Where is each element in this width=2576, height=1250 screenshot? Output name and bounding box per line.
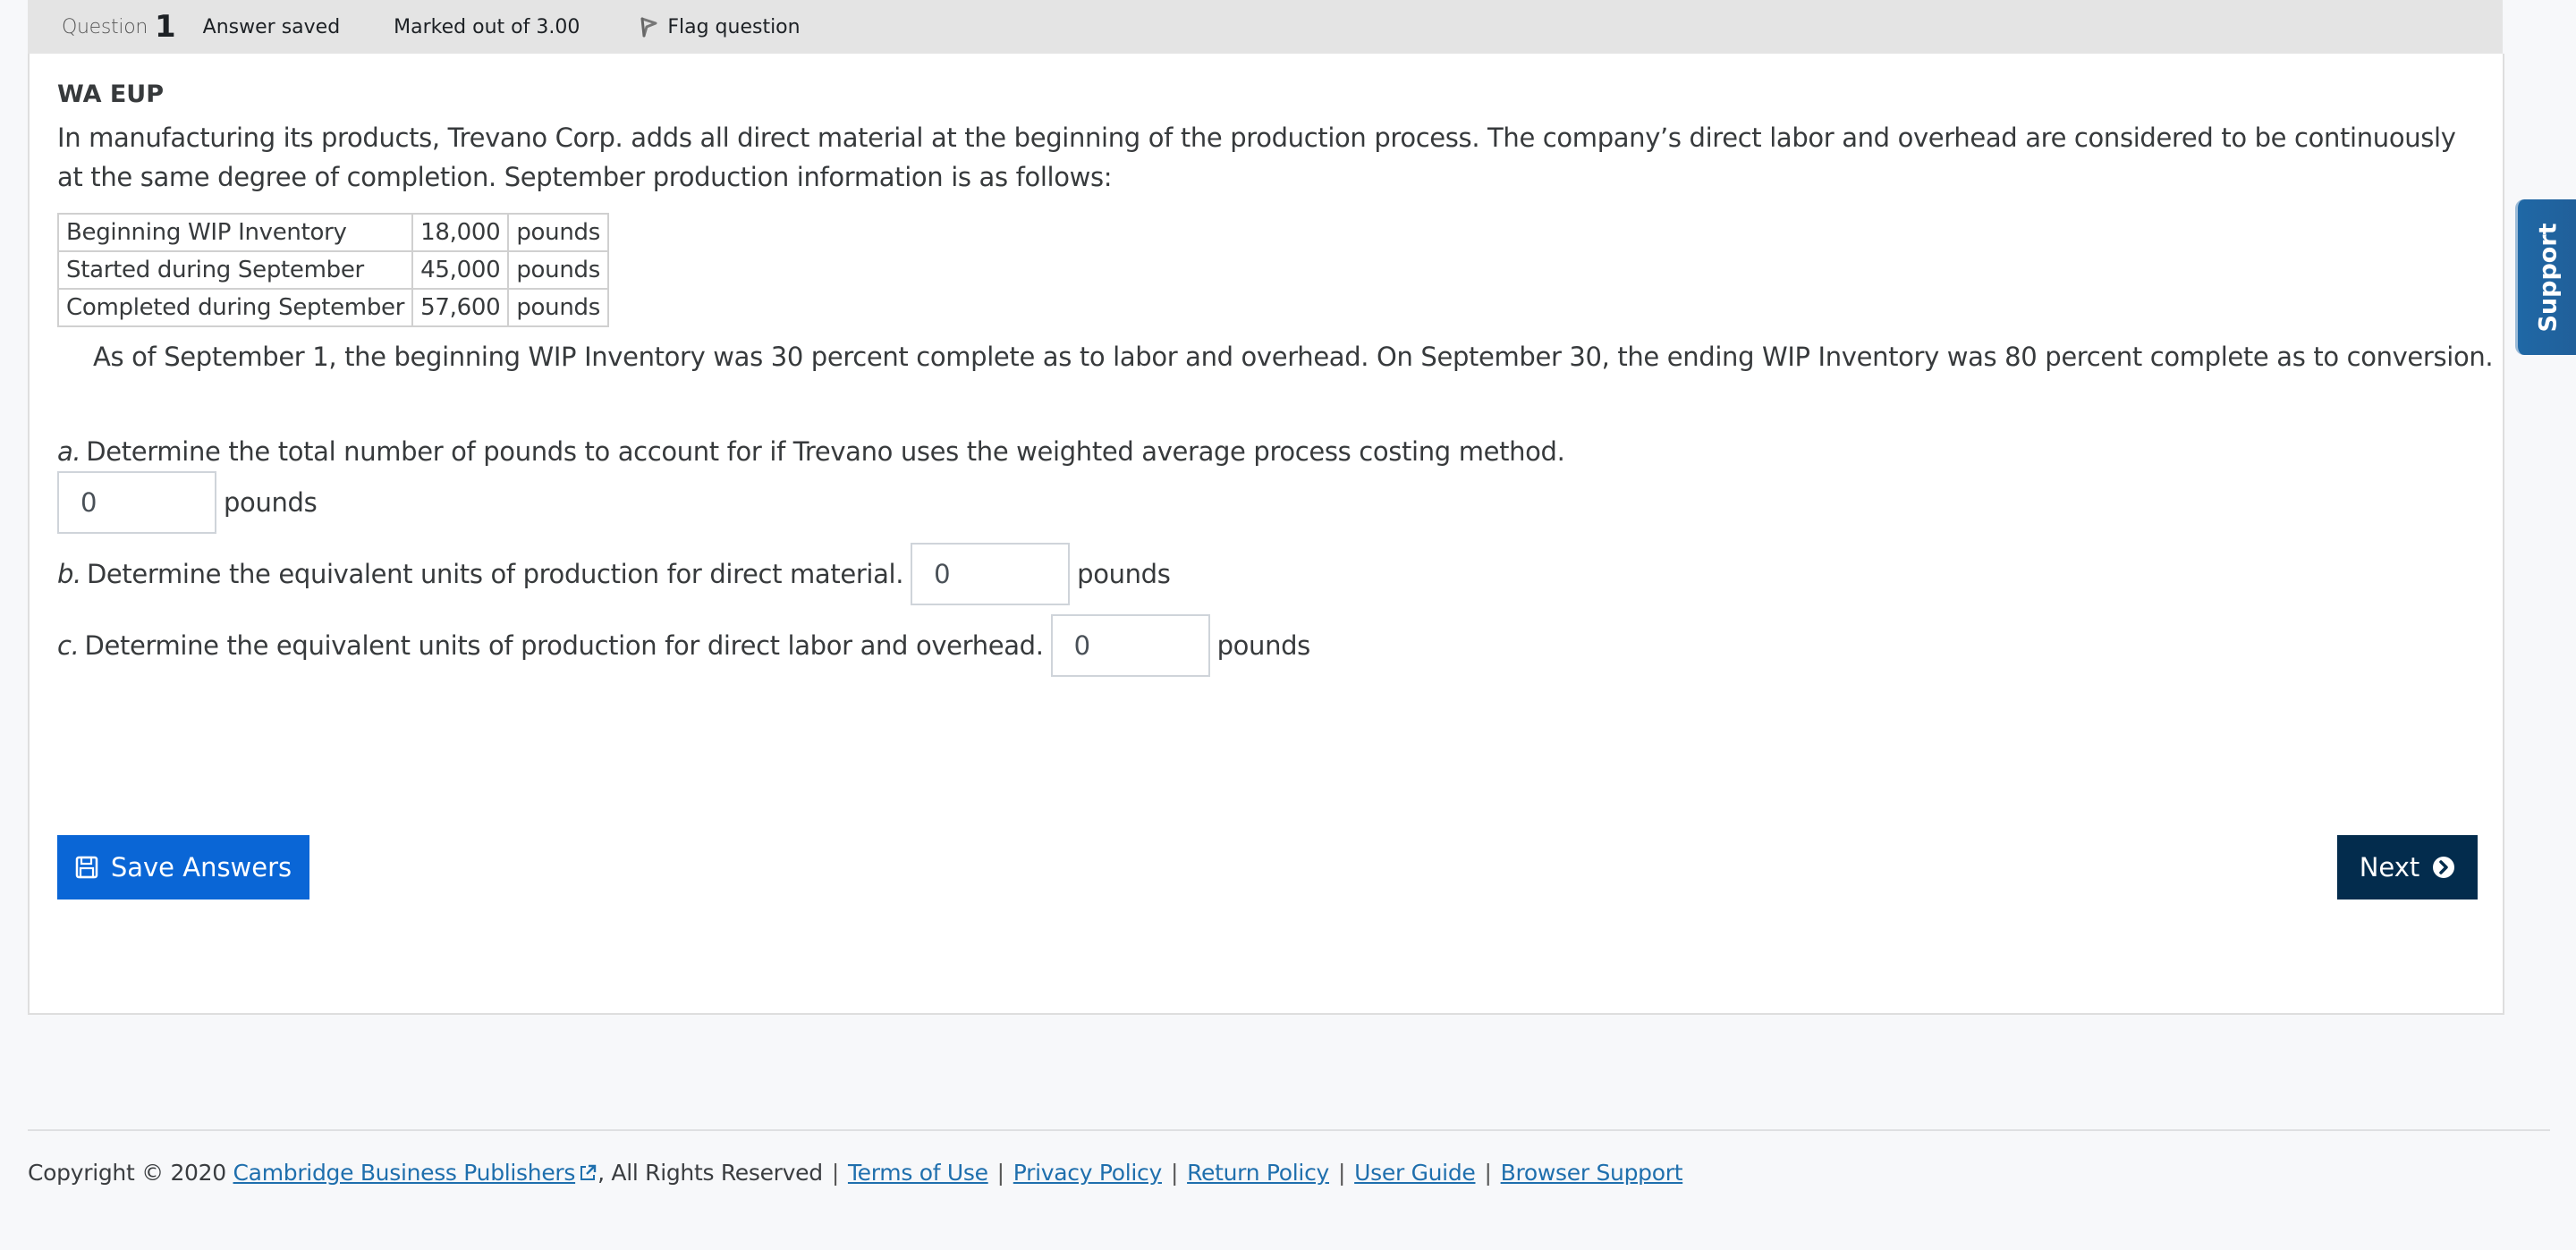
publisher-link[interactable]: Cambridge Business Publishers — [233, 1160, 576, 1186]
part-a-input[interactable] — [57, 471, 216, 534]
return-policy-link[interactable]: Return Policy — [1187, 1160, 1329, 1186]
part-c-row: c. Determine the equivalent units of pro… — [57, 614, 1310, 677]
floppy-disk-icon — [75, 856, 98, 879]
separator: | — [1484, 1160, 1492, 1186]
copyright-text: Copyright © 2020 — [28, 1160, 226, 1186]
question-card: WA EUP In manufacturing its products, Tr… — [28, 54, 2504, 1015]
part-b-text: Determine the equivalent units of produc… — [86, 559, 904, 589]
separator: | — [1338, 1160, 1346, 1186]
part-a-answer-row: pounds — [57, 471, 318, 534]
part-a-text: Determine the total number of pounds to … — [86, 436, 1565, 467]
support-tab[interactable]: Support — [2515, 199, 2576, 355]
terms-of-use-link[interactable]: Terms of Use — [848, 1160, 988, 1186]
part-b-row: b. Determine the equivalent units of pro… — [57, 543, 1171, 605]
part-b-input[interactable] — [911, 543, 1071, 605]
part-b-unit: pounds — [1077, 559, 1171, 589]
next-button[interactable]: Next — [2337, 835, 2478, 899]
question-intro: In manufacturing its products, Trevano C… — [57, 122, 2456, 192]
part-c-letter: c. — [57, 630, 80, 661]
completion-note: As of September 1, the beginning WIP Inv… — [93, 342, 2494, 372]
question-info-bar: Question 1 Answer saved Marked out of 3.… — [28, 0, 2503, 54]
browser-support-link[interactable]: Browser Support — [1501, 1160, 1683, 1186]
separator: | — [996, 1160, 1004, 1186]
separator: | — [831, 1160, 839, 1186]
separator: | — [1170, 1160, 1179, 1186]
row-label: Beginning WIP Inventory — [56, 213, 414, 252]
flag-question-button[interactable]: Flag question — [639, 15, 801, 38]
part-c-text: Determine the equivalent units of produc… — [84, 630, 1044, 661]
row-unit: pounds — [507, 213, 609, 252]
row-value: 57,600 — [411, 288, 510, 327]
chevron-circle-right-icon — [2433, 857, 2455, 878]
row-unit: pounds — [507, 288, 609, 327]
save-answers-label: Save Answers — [110, 852, 292, 883]
grade-info: Marked out of 3.00 — [394, 15, 580, 38]
part-a-prompt: a. Determine the total number of pounds … — [57, 436, 1565, 467]
external-link-icon — [580, 1164, 597, 1180]
question-label: Question — [62, 15, 148, 38]
answer-state: Answer saved — [202, 15, 341, 38]
footer: Copyright © 2020 Cambridge Business Publ… — [28, 1160, 1683, 1186]
row-value: 18,000 — [411, 213, 510, 252]
table-row: Completed during September 57,600 pounds — [56, 288, 609, 327]
part-b-letter: b. — [57, 559, 81, 589]
row-unit: pounds — [507, 250, 609, 290]
row-label: Started during September — [56, 250, 414, 290]
next-label: Next — [2359, 852, 2420, 883]
row-label: Completed during September — [56, 288, 414, 327]
table-row: Started during September 45,000 pounds — [56, 250, 609, 290]
privacy-policy-link[interactable]: Privacy Policy — [1013, 1160, 1162, 1186]
question-title: WA EUP — [57, 80, 165, 108]
production-table: Beginning WIP Inventory 18,000 pounds St… — [56, 213, 609, 327]
part-a-letter: a. — [57, 436, 81, 467]
part-c-unit: pounds — [1216, 630, 1311, 661]
footer-divider — [28, 1129, 2550, 1131]
save-answers-button[interactable]: Save Answers — [57, 835, 309, 899]
part-c-input[interactable] — [1050, 614, 1210, 677]
table-row: Beginning WIP Inventory 18,000 pounds — [56, 213, 609, 252]
user-guide-link[interactable]: User Guide — [1354, 1160, 1476, 1186]
flag-icon — [640, 17, 657, 38]
flag-question-label: Flag question — [667, 15, 801, 38]
support-label: Support — [2535, 222, 2563, 333]
row-value: 45,000 — [411, 250, 510, 290]
question-number: 1 — [155, 9, 176, 45]
part-a-unit: pounds — [224, 487, 318, 518]
rights-text: , All Rights Reserved — [597, 1160, 823, 1186]
